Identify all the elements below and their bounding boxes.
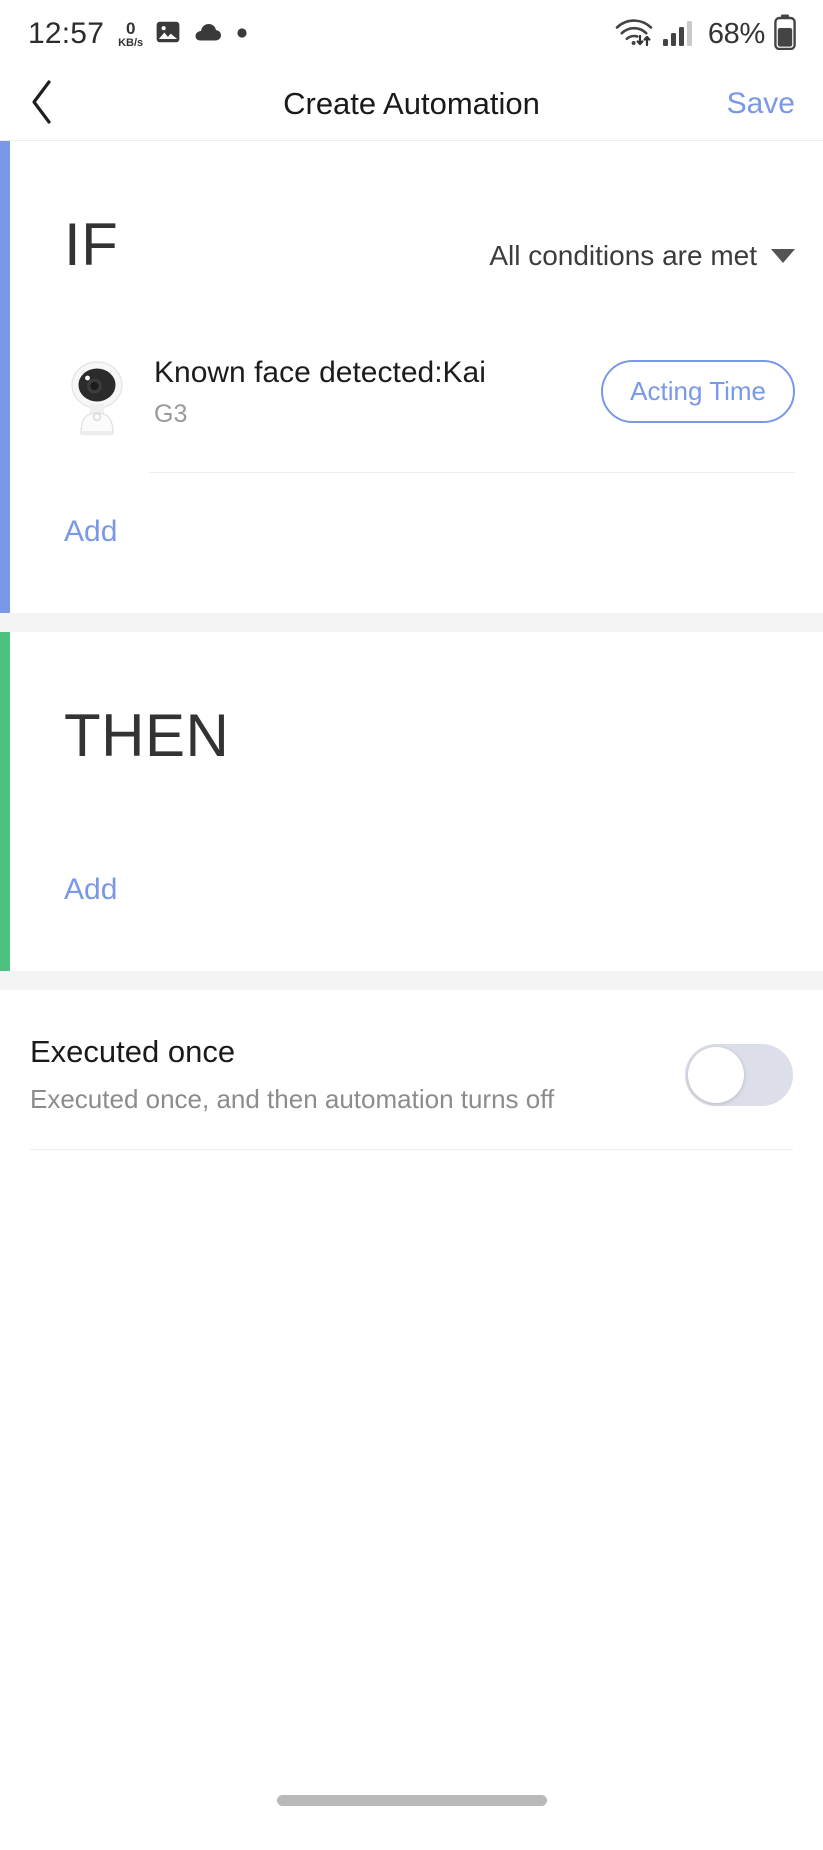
dot-icon xyxy=(235,25,249,44)
network-speed-value: 0 xyxy=(125,18,136,38)
network-speed-indicator: 0 KB/s xyxy=(118,20,143,49)
condition-mode-label: All conditions are met xyxy=(489,240,757,271)
battery-icon xyxy=(773,14,797,55)
condition-mode-dropdown[interactable]: All conditions are met xyxy=(489,240,795,276)
then-add-button[interactable]: Add xyxy=(64,873,117,907)
trigger-text-block: Known face detected:Kai G3 xyxy=(154,356,591,429)
status-bar-right: 68% xyxy=(614,14,797,55)
back-button[interactable] xyxy=(0,68,84,140)
then-section-header: THEN xyxy=(64,632,795,767)
battery-percentage: 68% xyxy=(707,17,765,50)
security-camera-icon xyxy=(64,356,130,438)
then-title: THEN xyxy=(64,702,230,769)
chevron-left-icon xyxy=(27,78,57,131)
if-add-wrapper: Add xyxy=(10,473,823,613)
image-icon xyxy=(155,19,181,50)
then-accent-bar xyxy=(0,632,10,971)
status-bar: 12:57 0 KB/s 68% xyxy=(0,0,823,68)
executed-once-toggle[interactable] xyxy=(685,1043,793,1106)
section-gap-1 xyxy=(0,613,823,632)
home-indicator-wrapper xyxy=(0,1795,823,1806)
trigger-device-name: G3 xyxy=(154,399,188,428)
app-header: Create Automation Save xyxy=(0,68,823,141)
save-button[interactable]: Save xyxy=(727,87,795,121)
cloud-icon xyxy=(193,20,223,49)
acting-time-button[interactable]: Acting Time xyxy=(601,360,795,423)
executed-once-texts: Executed once Executed once, and then au… xyxy=(30,1034,665,1115)
toggle-knob xyxy=(688,1046,744,1103)
if-title: IF xyxy=(64,211,119,278)
page-content: IF All conditions are met Known face det… xyxy=(0,141,823,1850)
status-bar-left: 12:57 0 KB/s xyxy=(28,19,249,50)
status-time: 12:57 xyxy=(28,17,105,50)
executed-once-row[interactable]: Executed once Executed once, and then au… xyxy=(0,990,823,1149)
trigger-title: Known face detected:Kai xyxy=(154,356,486,389)
if-accent-bar xyxy=(0,141,10,613)
wifi-icon xyxy=(614,16,654,53)
home-indicator[interactable] xyxy=(276,1795,547,1806)
executed-once-section: Executed once Executed once, and then au… xyxy=(0,990,823,1150)
network-speed-unit: KB/s xyxy=(118,36,144,49)
page-filler xyxy=(0,1150,823,1850)
executed-once-subtitle: Executed once, and then automation turns… xyxy=(30,1084,555,1114)
executed-once-title: Executed once xyxy=(30,1034,236,1069)
if-card: IF All conditions are met Known face det… xyxy=(0,141,823,613)
then-card-inner: THEN xyxy=(10,632,823,873)
if-card-inner: IF All conditions are met Known face det… xyxy=(10,141,823,473)
cellular-signal-icon xyxy=(662,17,696,52)
if-add-button[interactable]: Add xyxy=(64,515,117,549)
then-empty-body xyxy=(64,767,795,873)
page-title: Create Automation xyxy=(283,86,540,121)
section-gap-2 xyxy=(0,971,823,990)
then-add-wrapper: Add xyxy=(10,873,823,971)
caret-down-icon xyxy=(771,249,795,263)
then-card: THEN Add xyxy=(0,632,823,971)
trigger-row[interactable]: Known face detected:Kai G3 Acting Time xyxy=(64,276,795,472)
if-section-header: IF All conditions are met xyxy=(64,141,795,276)
